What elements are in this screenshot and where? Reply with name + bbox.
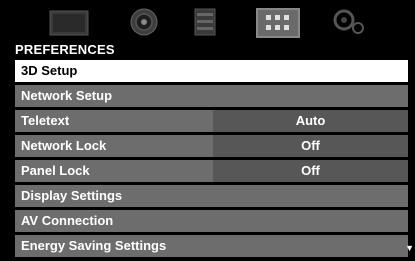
menu-item-panel-lock[interactable]: Panel Lock Off	[15, 160, 408, 182]
menu-item-display-settings[interactable]: Display Settings	[15, 185, 408, 207]
menu-item-energy-saving-settings[interactable]: Energy Saving Settings	[15, 235, 408, 257]
menu-list: 3D Setup Network Setup Teletext Auto Net…	[15, 60, 408, 260]
setup-icon[interactable]	[330, 6, 370, 38]
menu-item-value[interactable]: Off	[213, 135, 408, 157]
menu-item-label: Panel Lock	[15, 160, 213, 182]
menu-item-label: Energy Saving Settings	[21, 238, 167, 253]
section-title: PREFERENCES	[15, 42, 115, 57]
menu-item-3d-setup[interactable]: 3D Setup	[15, 60, 408, 82]
scroll-down-icon: ▼	[405, 243, 414, 253]
preferences-icon[interactable]	[256, 8, 300, 38]
menu-item-teletext[interactable]: Teletext Auto	[15, 110, 408, 132]
menu-item-label: Teletext	[15, 110, 213, 132]
menu-item-network-lock[interactable]: Network Lock Off	[15, 135, 408, 157]
applications-icon[interactable]	[190, 6, 220, 38]
menu-item-value[interactable]: Auto	[213, 110, 408, 132]
menu-item-label: 3D Setup	[21, 63, 78, 78]
menu-item-label: Network Setup	[21, 88, 113, 103]
menu-item-label: Network Lock	[15, 135, 213, 157]
menu-item-value[interactable]: Off	[213, 160, 408, 182]
category-icon-bar	[0, 0, 415, 44]
menu-item-label: AV Connection	[21, 213, 114, 228]
menu-item-network-setup[interactable]: Network Setup	[15, 85, 408, 107]
tv-settings-menu: PREFERENCES 3D Setup Network Setup Telet…	[0, 0, 415, 261]
sound-icon[interactable]	[128, 6, 160, 38]
menu-item-av-connection[interactable]: AV Connection	[15, 210, 408, 232]
menu-item-label: Display Settings	[21, 188, 123, 203]
picture-icon[interactable]	[47, 8, 91, 38]
